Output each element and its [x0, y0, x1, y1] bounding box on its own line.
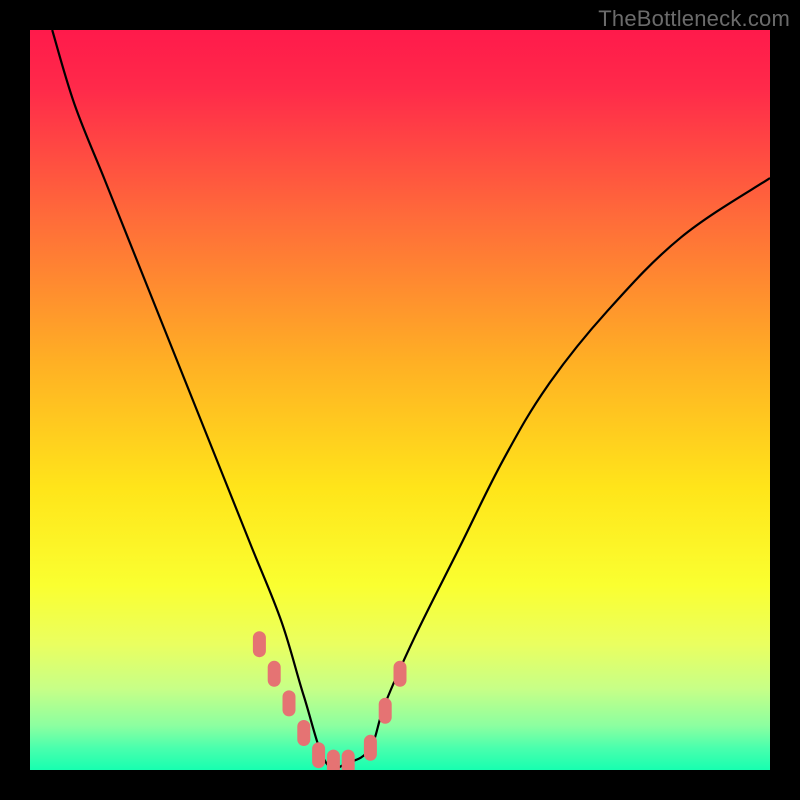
curve-marker	[312, 742, 325, 768]
chart-frame: TheBottleneck.com	[0, 0, 800, 800]
curve-marker	[394, 661, 407, 687]
curve-marker	[268, 661, 281, 687]
curve-layer	[30, 30, 770, 770]
curve-marker	[283, 690, 296, 716]
plot-area	[30, 30, 770, 770]
watermark-text: TheBottleneck.com	[598, 6, 790, 32]
curve-marker	[364, 735, 377, 761]
curve-marker	[297, 720, 310, 746]
bottleneck-curve	[52, 30, 770, 769]
curve-marker	[342, 750, 355, 770]
curve-marker	[327, 750, 340, 770]
curve-marker	[379, 698, 392, 724]
marker-group	[253, 631, 407, 770]
curve-marker	[253, 631, 266, 657]
